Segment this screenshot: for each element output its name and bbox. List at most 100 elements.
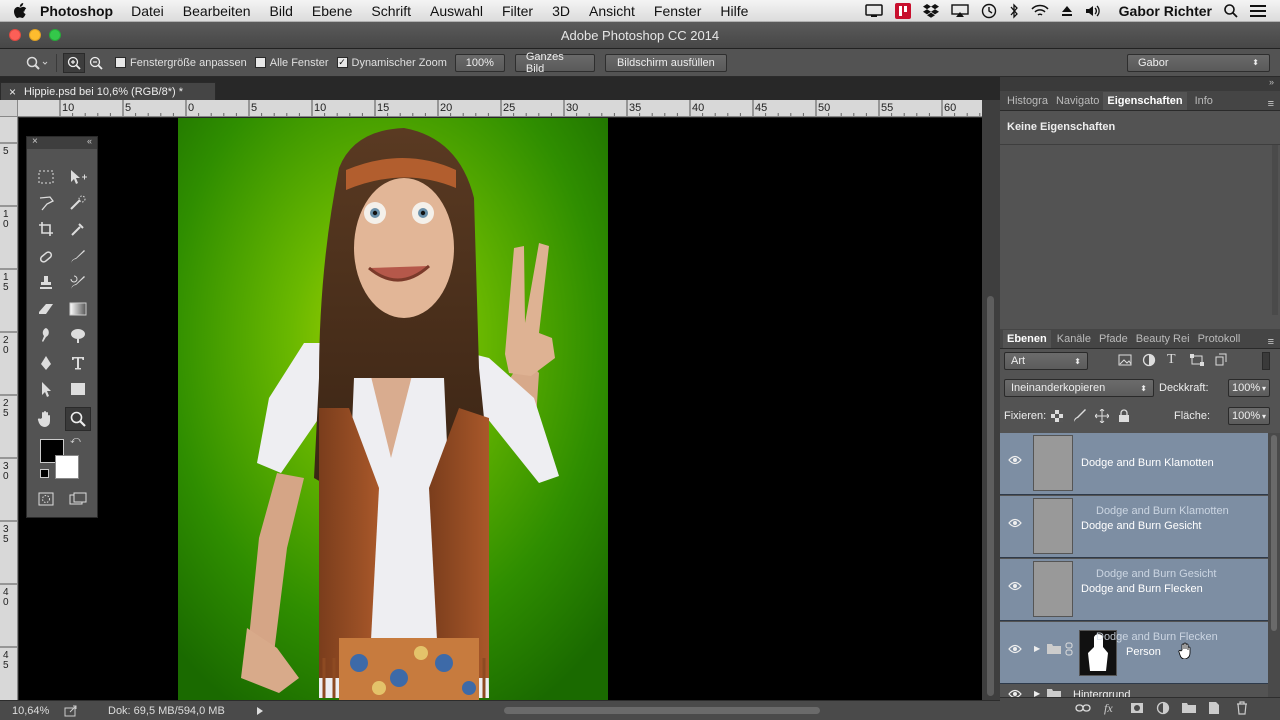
menu-auswahl[interactable]: Auswahl [430, 3, 483, 19]
dropdown-arrow-icon[interactable]: ▾ [1262, 384, 1266, 393]
move-tool-icon[interactable] [65, 165, 91, 189]
collapse-panel-icon[interactable]: « [87, 136, 92, 146]
zoom-tool-icon[interactable] [65, 407, 91, 431]
spotlight-icon[interactable] [1224, 3, 1238, 18]
document-canvas[interactable] [19, 118, 982, 700]
background-color-swatch[interactable] [55, 455, 79, 479]
new-layer-icon[interactable] [1208, 701, 1220, 715]
new-group-icon[interactable] [1182, 702, 1196, 713]
visibility-eye-icon[interactable] [1008, 689, 1022, 697]
layer-style-fx-icon[interactable]: fx [1104, 701, 1113, 716]
screen-icon[interactable] [864, 3, 883, 18]
fit-screen-button[interactable]: Ganzes Bild [514, 51, 595, 75]
layer-row-dodge-burn-klamotten[interactable]: Dodge and Burn Klamotten [1000, 433, 1268, 495]
clone-stamp-tool-icon[interactable] [33, 271, 59, 295]
close-window-button[interactable] [9, 29, 21, 41]
mask-link-icon[interactable] [1065, 642, 1073, 656]
filter-adjustment-icon[interactable] [1142, 353, 1156, 367]
layer-row-dodge-burn-gesicht[interactable]: Dodge and Burn Klamotten Dodge and Burn … [1000, 496, 1268, 558]
gradient-tool-icon[interactable] [65, 297, 91, 321]
menu-hilfe[interactable]: Hilfe [720, 3, 748, 19]
red-app-icon[interactable] [894, 2, 911, 19]
tab-properties[interactable]: Eigenschaften [1103, 92, 1187, 110]
zoom-in-icon[interactable] [63, 52, 85, 73]
rectangle-tool-icon[interactable] [65, 377, 91, 401]
time-machine-icon[interactable] [981, 3, 997, 19]
fit-window-checkbox[interactable] [115, 57, 126, 68]
vertical-ruler[interactable]: 51015202530354045 [0, 117, 18, 700]
tab-history[interactable]: Protokoll [1194, 330, 1245, 348]
wifi-icon[interactable] [1031, 4, 1049, 18]
fill-screen-button[interactable]: Bildschirm ausfüllen [604, 53, 727, 72]
filter-pixel-icon[interactable] [1118, 354, 1132, 366]
minimize-window-button[interactable] [29, 29, 41, 41]
eraser-tool-icon[interactable] [33, 297, 59, 321]
dock-collapse-icon[interactable]: » [1000, 77, 1280, 91]
layer-name[interactable]: Dodge and Burn Flecken [1081, 583, 1203, 595]
layers-scrollbar[interactable] [1268, 433, 1280, 697]
close-panel-icon[interactable]: × [32, 136, 38, 147]
default-colors-icon[interactable] [40, 469, 49, 478]
filter-toggle-switch[interactable] [1262, 352, 1270, 370]
tab-paths[interactable]: Pfade [1095, 330, 1132, 348]
tab-channels[interactable]: Kanäle [1053, 330, 1095, 348]
layers-list[interactable]: Dodge and Burn Klamotten Dodge and Burn … [1000, 433, 1280, 697]
export-icon[interactable] [64, 705, 78, 717]
menu-bearbeiten[interactable]: Bearbeiten [183, 3, 251, 19]
zoom-out-icon[interactable] [85, 53, 107, 73]
filter-shape-icon[interactable] [1190, 354, 1204, 366]
menu-schrift[interactable]: Schrift [371, 3, 411, 19]
menu-ebene[interactable]: Ebene [312, 3, 352, 19]
healing-brush-tool-icon[interactable] [33, 245, 59, 269]
horizontal-scroll-thumb[interactable] [504, 707, 820, 714]
airplay-icon[interactable] [950, 3, 969, 18]
tab-beauty-retouch[interactable]: Beauty Rei [1132, 330, 1194, 348]
menu-ansicht[interactable]: Ansicht [589, 3, 635, 19]
layer-row-person-group[interactable]: ▶ Dodge and Burn Flecken Person [1000, 622, 1268, 684]
dropbox-icon[interactable] [922, 3, 939, 18]
add-mask-icon[interactable] [1130, 702, 1144, 714]
brush-tool-icon[interactable] [65, 245, 91, 269]
close-tab-icon[interactable]: × [9, 85, 16, 99]
adjustment-layer-icon[interactable] [1156, 701, 1170, 715]
tab-info[interactable]: Info [1191, 92, 1217, 110]
zoom-tool-preset-icon[interactable] [22, 53, 52, 73]
tools-panel-header[interactable]: × « [27, 136, 97, 149]
bluetooth-icon[interactable] [1009, 2, 1019, 19]
opacity-input[interactable]: 100% ▾ [1228, 379, 1270, 397]
expand-group-icon[interactable]: ▶ [1034, 644, 1040, 653]
layer-name[interactable]: Hintergrund [1073, 689, 1130, 697]
lasso-tool-icon[interactable] [33, 191, 59, 215]
eject-icon[interactable] [1061, 5, 1073, 17]
lock-transparent-icon[interactable] [1051, 410, 1063, 422]
link-layers-icon[interactable] [1075, 703, 1091, 713]
eyedropper-tool-icon[interactable] [65, 217, 91, 241]
tab-histogram[interactable]: Histogra [1003, 92, 1052, 110]
layer-name[interactable]: Person [1126, 646, 1161, 658]
path-selection-tool-icon[interactable] [33, 377, 59, 401]
layer-name[interactable]: Dodge and Burn Klamotten [1081, 457, 1214, 469]
dynamic-zoom-checkbox[interactable]: ✓ [336, 57, 348, 68]
layer-name[interactable]: Dodge and Burn Gesicht [1081, 520, 1201, 532]
vertical-scroll-thumb[interactable] [987, 296, 994, 696]
all-windows-checkbox[interactable] [254, 57, 266, 68]
menu-fenster[interactable]: Fenster [654, 3, 701, 19]
menu-datei[interactable]: Datei [131, 3, 164, 19]
filter-smart-object-icon[interactable] [1214, 353, 1228, 367]
pen-tool-icon[interactable] [33, 351, 59, 375]
apple-icon[interactable] [0, 2, 40, 19]
properties-scrollbar[interactable] [1272, 145, 1278, 315]
ruler-corner[interactable] [0, 100, 18, 117]
screen-mode-icon[interactable] [65, 487, 91, 511]
delete-layer-icon[interactable] [1236, 701, 1248, 715]
filter-type-icon[interactable]: T [1167, 352, 1176, 368]
expand-group-icon[interactable]: ▶ [1034, 689, 1040, 697]
document-tab[interactable]: × Hippie.psd bei 10,6% (RGB/8*) * [0, 82, 216, 100]
workspace-select[interactable]: Gabor ⬍ [1127, 53, 1270, 72]
notification-center-icon[interactable] [1250, 4, 1266, 17]
horizontal-ruler[interactable]: 10 5 0 5 10 15 20 25 30 35 40 45 50 55 60 [18, 100, 982, 117]
layer-row-hintergrund[interactable]: ▶ Hintergrund [1000, 685, 1268, 697]
tab-navigator[interactable]: Navigato [1052, 92, 1103, 110]
lock-all-icon[interactable] [1118, 409, 1130, 423]
layer-row-dodge-burn-flecken[interactable]: Dodge and Burn Gesicht Dodge and Burn Fl… [1000, 559, 1268, 621]
